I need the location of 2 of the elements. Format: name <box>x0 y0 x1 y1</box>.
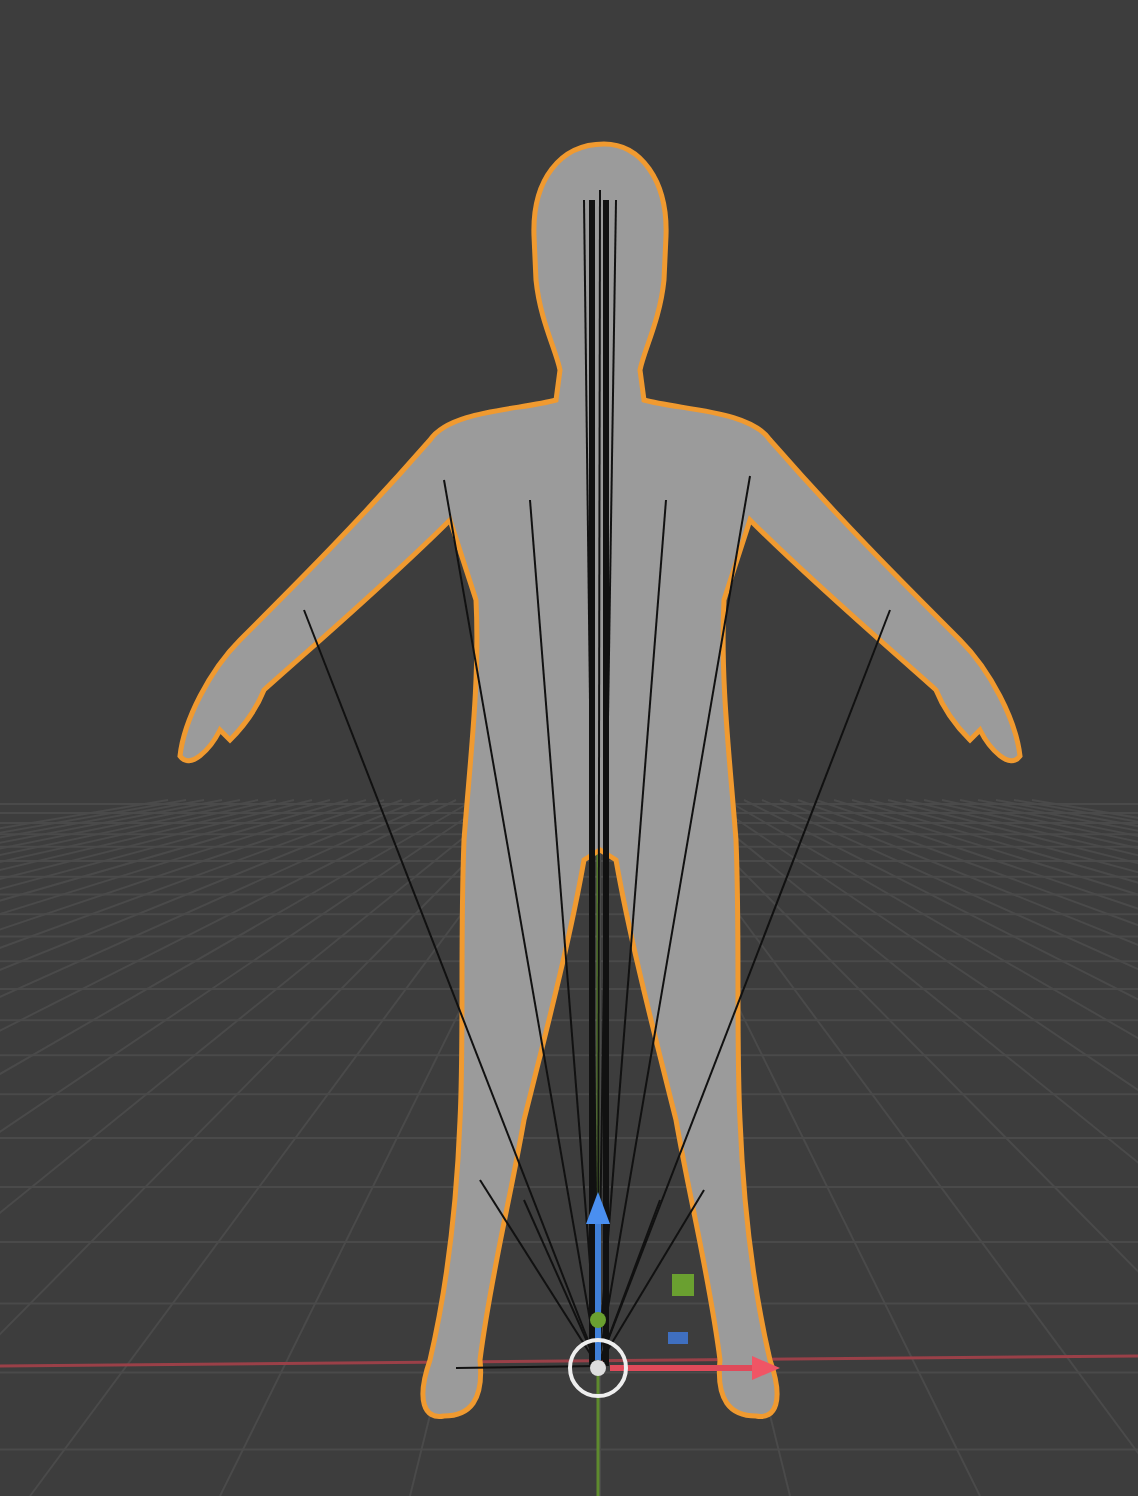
character-mesh[interactable] <box>177 141 1023 1419</box>
move-gizmo-drawing[interactable] <box>568 1192 780 1398</box>
